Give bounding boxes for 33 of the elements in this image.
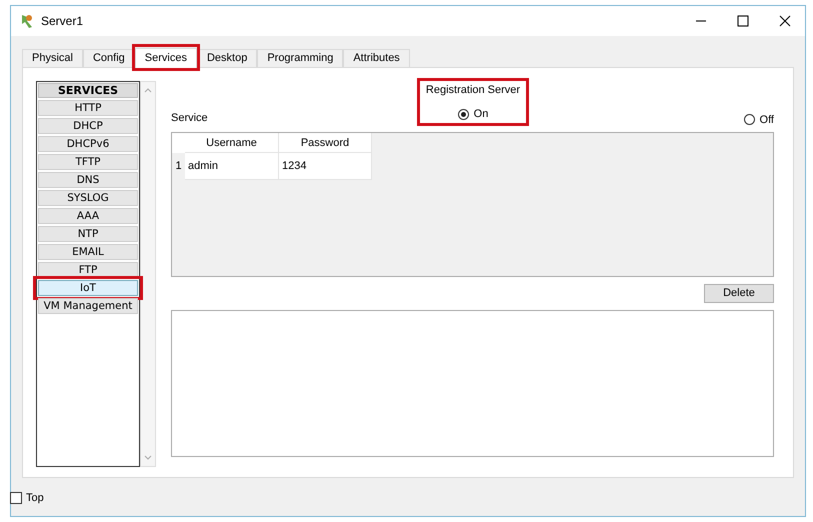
radio-button[interactable] bbox=[744, 114, 755, 126]
tab[interactable]: Programming bbox=[257, 49, 344, 67]
section-label: Service bbox=[171, 110, 208, 126]
checkbox[interactable] bbox=[10, 492, 22, 504]
service-item[interactable]: TFTP bbox=[38, 154, 138, 170]
maximize-icon[interactable] bbox=[737, 15, 749, 27]
service-item[interactable]: DHCPv6 bbox=[38, 136, 138, 152]
service-item[interactable]: DHCP bbox=[38, 118, 138, 134]
delete-button[interactable]: Delete bbox=[704, 284, 774, 303]
tab[interactable]: Config bbox=[82, 49, 135, 67]
table-cell: admin bbox=[185, 153, 279, 180]
app-icon bbox=[19, 13, 35, 29]
service-item[interactable]: AAA bbox=[38, 208, 138, 224]
row-number: 1 bbox=[172, 153, 185, 180]
table-cell: 1234 bbox=[279, 153, 372, 180]
checkbox-label: Top bbox=[26, 491, 44, 506]
service-item[interactable]: NTP bbox=[38, 226, 138, 242]
group-label: Registration Server bbox=[426, 82, 520, 98]
close-icon[interactable] bbox=[779, 15, 791, 27]
radio-button[interactable] bbox=[458, 108, 469, 120]
radio-label: Off bbox=[760, 112, 774, 128]
service-item[interactable]: VM Management bbox=[38, 298, 138, 314]
column-header: Password bbox=[279, 133, 372, 153]
service-item[interactable]: EMAIL bbox=[38, 244, 138, 260]
radio-label: On bbox=[474, 107, 488, 122]
service-item[interactable]: HTTP bbox=[38, 100, 138, 116]
tab[interactable]: Attributes bbox=[343, 49, 410, 67]
column-header: Username bbox=[185, 133, 279, 153]
list-header: SERVICES bbox=[38, 83, 138, 98]
tab[interactable]: Physical bbox=[22, 49, 83, 67]
service-item[interactable]: SYSLOG bbox=[38, 190, 138, 206]
service-item[interactable]: DNS bbox=[38, 172, 138, 188]
window-title: Server1 bbox=[41, 13, 84, 30]
